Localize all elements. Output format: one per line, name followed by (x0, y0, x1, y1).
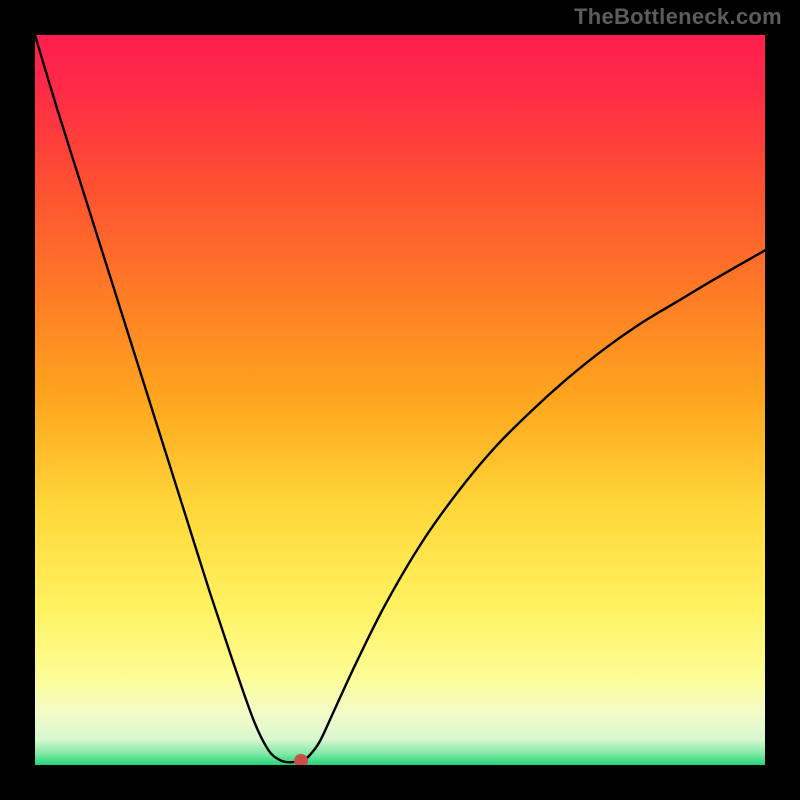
plot-area (35, 35, 765, 765)
bottleneck-curve (35, 35, 765, 765)
chart-container: TheBottleneck.com (0, 0, 800, 800)
watermark-text: TheBottleneck.com (574, 4, 782, 30)
optimal-point-marker (294, 754, 308, 765)
